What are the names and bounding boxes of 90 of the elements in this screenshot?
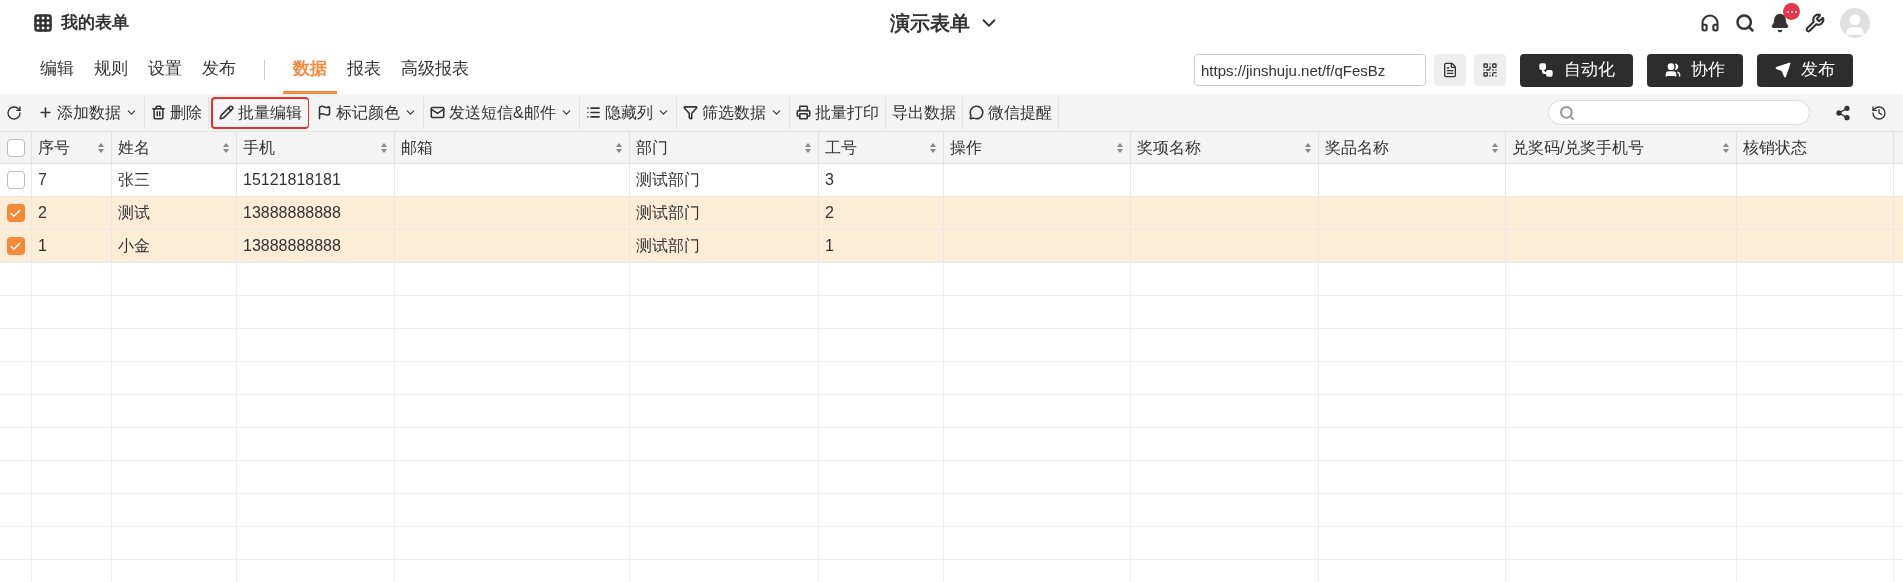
search-field[interactable] [1548, 100, 1810, 125]
printer-icon [795, 105, 811, 120]
column-header: 奖项名称 [1137, 137, 1201, 158]
sort-icon[interactable] [1491, 141, 1499, 154]
url-field[interactable]: https://jinshuju.net/f/qFesBz [1194, 54, 1426, 86]
form-title[interactable]: 演示表单 [890, 8, 970, 38]
table-cell-text: 测试部门 [636, 203, 700, 223]
app-title: 我的表单 [61, 12, 129, 35]
refresh-icon[interactable] [6, 104, 22, 121]
sort-icon[interactable] [97, 141, 105, 154]
table-cell-text: 测试部门 [636, 170, 700, 190]
column-header: 邮箱 [401, 137, 433, 158]
table-cell-text: 13888888888 [243, 236, 341, 256]
table-cell-text: 测试部门 [636, 236, 700, 256]
nav-tab[interactable]: 报表 [337, 46, 391, 94]
column-header: 奖品名称 [1325, 137, 1389, 158]
document-icon [1442, 62, 1458, 78]
search-icon [1559, 104, 1575, 121]
sort-icon[interactable] [1722, 141, 1730, 154]
nav-tab[interactable]: 高级报表 [391, 46, 479, 94]
table-cell-text: 1 [38, 236, 47, 256]
sort-icon[interactable] [380, 141, 388, 154]
list-icon [585, 105, 601, 120]
table-cell-text: 2 [825, 203, 834, 223]
sort-icon[interactable] [615, 141, 623, 154]
sort-icon[interactable] [222, 141, 230, 154]
action-button[interactable]: 发布 [1757, 53, 1853, 87]
checkbox[interactable] [6, 138, 25, 157]
column-header: 姓名 [118, 137, 150, 158]
checkbox[interactable] [6, 237, 25, 255]
qr-code-button[interactable] [1474, 54, 1506, 86]
column-header: 手机 [243, 137, 275, 158]
flag-icon [317, 105, 332, 120]
toolbar-button[interactable]: 微信提醒 [962, 96, 1059, 129]
column-header: 部门 [636, 137, 668, 158]
pencil-icon [219, 105, 234, 120]
mail-icon [430, 105, 445, 120]
bell-icon[interactable] [1770, 13, 1790, 33]
table-cell-text: 3 [825, 170, 834, 190]
table-cell-text: 7 [38, 170, 47, 190]
send-icon [1775, 62, 1791, 78]
sort-icon[interactable] [929, 141, 937, 154]
nav-tab[interactable]: 设置 [138, 46, 192, 94]
table-cell-text: 1 [825, 236, 834, 256]
column-header: 核销状态 [1743, 137, 1807, 158]
share-icon[interactable] [1835, 104, 1851, 121]
toolbar-button[interactable]: 批量编辑 [211, 96, 309, 129]
column-header: 工号 [825, 137, 857, 158]
nav-tab[interactable]: 规则 [84, 46, 138, 94]
sort-icon[interactable] [1116, 141, 1124, 154]
table-cell-text: 15121818181 [243, 170, 341, 190]
check-icon [9, 239, 22, 253]
toolbar-button[interactable]: 导出数据 [885, 96, 963, 129]
toolbar-button[interactable]: 筛选数据 [676, 96, 790, 129]
sort-icon[interactable] [1304, 141, 1312, 154]
table-cell-text: 小金 [118, 236, 150, 256]
apps-icon[interactable] [33, 13, 53, 33]
qr-code-icon [1482, 62, 1498, 78]
check-icon [9, 206, 22, 220]
tools-icon[interactable] [1805, 13, 1825, 33]
table-cell-text: 张三 [118, 170, 150, 190]
column-header: 兑奖码/兑奖手机号 [1512, 137, 1645, 158]
toolbar-button[interactable]: 添加数据 [32, 96, 145, 129]
toolbar-button[interactable]: 批量打印 [789, 96, 886, 129]
toolbar-button[interactable]: 发送短信&邮件 [424, 96, 580, 129]
copy-button[interactable] [1434, 54, 1466, 86]
toolbar-button[interactable]: 隐藏列 [579, 96, 677, 129]
table-cell-text: 2 [38, 203, 47, 223]
history-icon[interactable] [1871, 104, 1887, 121]
plus-icon [38, 105, 53, 120]
search-icon[interactable] [1735, 13, 1755, 33]
action-button[interactable]: 自动化 [1520, 53, 1633, 87]
column-header: 序号 [38, 137, 70, 158]
toolbar-button[interactable]: 删除 [145, 96, 209, 129]
headset-icon[interactable] [1700, 13, 1720, 33]
users-icon [1665, 62, 1681, 78]
nav-tab[interactable]: 编辑 [30, 46, 84, 94]
column-header: 操作 [950, 137, 982, 158]
filter-icon [682, 105, 698, 120]
checkbox[interactable] [6, 204, 25, 222]
toolbar-button[interactable]: 标记颜色 [311, 96, 424, 129]
chat-icon [968, 105, 984, 120]
action-button[interactable]: 协作 [1647, 53, 1743, 87]
table-cell-text: 测试 [118, 203, 150, 223]
sort-icon[interactable] [804, 141, 812, 154]
nav-tab[interactable]: 发布 [192, 46, 246, 94]
checkbox[interactable] [6, 171, 25, 189]
trash-icon [151, 105, 166, 120]
table-cell-text: 13888888888 [243, 203, 341, 223]
flow-icon [1538, 62, 1554, 78]
